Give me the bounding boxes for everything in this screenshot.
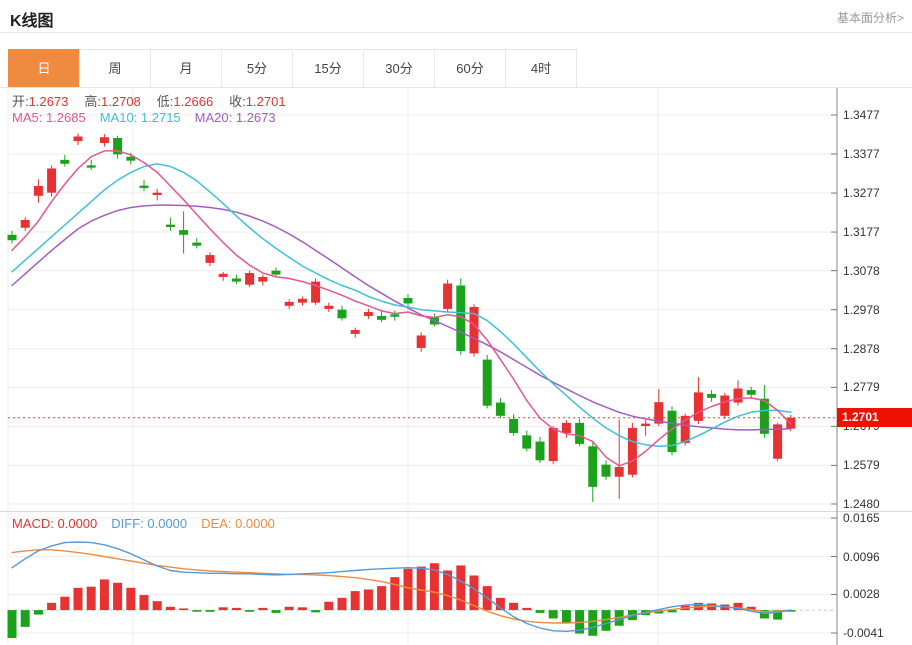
y-axis-label: 1.3477 (843, 108, 880, 122)
tab-60min[interactable]: 60分 (434, 49, 506, 88)
y-axis-label: 1.2480 (843, 497, 880, 511)
macd-row-dea: DEA: 0.0000 (201, 516, 275, 531)
tab-15min[interactable]: 15分 (292, 49, 364, 88)
macd-row-diff: DIFF: 0.0000 (111, 516, 187, 531)
page-title: K线图 (10, 7, 54, 31)
y-axis-label: 1.3078 (843, 264, 880, 278)
macd-legend: MACD: 0.0000 DIFF: 0.0000 DEA: 0.0000 (12, 516, 289, 531)
y-axis-label: 1.2978 (843, 303, 880, 317)
quote-row-close: 收:1.2701 (229, 94, 301, 109)
y-axis-label: 1.2779 (843, 380, 880, 394)
y-axis-label: 1.2878 (843, 342, 880, 356)
ma-row-ma20: MA20: 1.2673 (195, 110, 276, 125)
tab-5min[interactable]: 5分 (221, 49, 293, 88)
tab-30min[interactable]: 30分 (363, 49, 435, 88)
interval-tab-bar: 日周月5分15分30分60分4时 (8, 49, 577, 88)
quote-row-low: 低:1.2666 (157, 94, 229, 109)
tab-week[interactable]: 周 (79, 49, 151, 88)
quote-row-high: 高:1.2708 (84, 94, 156, 109)
y-axis-label: 0.0028 (843, 587, 880, 601)
tabbar-bottom-divider (0, 87, 912, 88)
y-axis-label: 1.3177 (843, 225, 880, 239)
tab-4hour[interactable]: 4时 (505, 49, 577, 88)
y-axis-label: 1.3377 (843, 147, 880, 161)
ma-row-ma10: MA10: 1.2715 (100, 110, 181, 125)
y-axis-label: 1.2579 (843, 458, 880, 472)
y-axis-label: 1.3277 (843, 186, 880, 200)
y-axis-label: 0.0165 (843, 511, 880, 525)
kline-page: K线图 基本面分析> 日周月5分15分30分60分4时 开:1.2673高:1.… (0, 0, 912, 645)
y-axis-label: -0.0041 (843, 626, 884, 640)
ma-legend: MA5: 1.2685 MA10: 1.2715 MA20: 1.2673 (12, 110, 290, 125)
fundamental-analysis-link[interactable]: 基本面分析> (837, 9, 904, 26)
tab-month[interactable]: 月 (150, 49, 222, 88)
ohlc-readout: 开:1.2673高:1.2708低:1.2666收:1.2701 (12, 91, 302, 110)
macd-row-macd: MACD: 0.0000 (12, 516, 97, 531)
tab-day[interactable]: 日 (8, 49, 80, 88)
y-axis-label: 0.0096 (843, 550, 880, 564)
current-price-badge: 1.2701 (837, 408, 912, 427)
ma-row-ma5: MA5: 1.2685 (12, 110, 86, 125)
header-divider (0, 32, 912, 33)
quote-row-open: 开:1.2673 (12, 94, 84, 109)
